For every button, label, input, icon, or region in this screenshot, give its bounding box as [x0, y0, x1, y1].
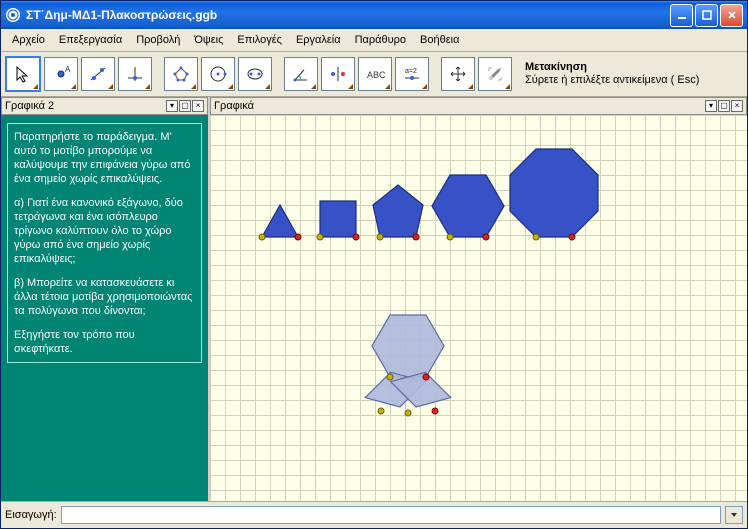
square-shape[interactable] — [317, 201, 359, 240]
maximize-button[interactable] — [695, 4, 718, 27]
close-button[interactable] — [720, 4, 743, 27]
tool-move[interactable] — [5, 56, 41, 92]
menu-file[interactable]: Αρχείο — [5, 32, 52, 48]
menu-options[interactable]: Επιλογές — [230, 32, 289, 48]
toolbar: A ABC a=2 Μετακίνηση Σύρετε ή επιλέξτε α… — [1, 52, 747, 97]
input-bar: Εισαγωγή: — [1, 501, 747, 528]
menubar: Αρχείο Επεξεργασία Προβολή Όψεις Επιλογέ… — [1, 29, 747, 52]
svg-text:ABC: ABC — [367, 70, 385, 80]
input-history-dropdown[interactable] — [725, 506, 743, 524]
graphics2-titlebar[interactable]: Γραφικά 2 ▾ ▢ × — [1, 97, 208, 115]
body: Γραφικά 2 ▾ ▢ × Παρατηρήστε το παράδειγμ… — [1, 97, 747, 501]
panel-undock-icon[interactable]: ▢ — [718, 100, 730, 112]
tool-ellipse[interactable] — [238, 57, 272, 91]
svg-text:A: A — [65, 65, 71, 74]
problem-p4: Εξηγήστε τον τρόπο που σκεφτήκατε. — [14, 328, 195, 356]
tool-line[interactable] — [81, 57, 115, 91]
graphics-titlebar[interactable]: Γραφικά ▾ ▢ × — [210, 97, 747, 115]
menu-view[interactable]: Προβολή — [129, 32, 187, 48]
problem-p3: β) Μπορείτε να κατασκευάσετε κι άλλα τέτ… — [14, 276, 195, 318]
menu-window[interactable]: Παράθυρο — [348, 32, 413, 48]
tool-point[interactable]: A — [44, 57, 78, 91]
svg-text:a=2: a=2 — [405, 68, 417, 75]
app-icon — [5, 7, 21, 23]
menu-opsis[interactable]: Όψεις — [187, 32, 230, 48]
graphics-view[interactable] — [210, 115, 747, 501]
input-label: Εισαγωγή: — [5, 509, 57, 521]
construction[interactable] — [210, 115, 747, 501]
graphics2-panel: Γραφικά 2 ▾ ▢ × Παρατηρήστε το παράδειγμ… — [1, 97, 208, 501]
tool-polygon[interactable] — [164, 57, 198, 91]
tool-reflect[interactable] — [321, 57, 355, 91]
app-window: ΣΤ΄Δημ-ΜΔ1-Πλακοστρώσεις.ggb Αρχείο Επεξ… — [0, 0, 748, 529]
menu-edit[interactable]: Επεξεργασία — [52, 32, 129, 48]
tool-help-title: Μετακίνηση — [525, 61, 743, 74]
menu-help[interactable]: Βοήθεια — [413, 32, 466, 48]
window-title: ΣΤ΄Δημ-ΜΔ1-Πλακοστρώσεις.ggb — [26, 8, 217, 22]
graphics-panel: Γραφικά ▾ ▢ × — [208, 97, 747, 501]
tool-movegraphics[interactable] — [441, 57, 475, 91]
panel-menu-icon[interactable]: ▾ — [705, 100, 717, 112]
tool-help: Μετακίνηση Σύρετε ή επιλέξτε αντικείμενα… — [525, 61, 743, 87]
octagon-shape[interactable] — [510, 149, 598, 240]
input-field[interactable] — [61, 506, 721, 524]
triangle-shape[interactable] — [259, 205, 301, 240]
titlebar[interactable]: ΣΤ΄Δημ-ΜΔ1-Πλακοστρώσεις.ggb — [1, 1, 747, 29]
hexagon-shape[interactable] — [432, 175, 504, 240]
pentagon-shape[interactable] — [373, 185, 423, 240]
graphics2-title: Γραφικά 2 — [5, 100, 54, 112]
panel-undock-icon[interactable]: ▢ — [179, 100, 191, 112]
tiling-hexagon[interactable] — [372, 315, 444, 377]
graphics-title: Γραφικά — [214, 100, 254, 112]
minimize-button[interactable] — [670, 4, 693, 27]
menu-tools[interactable]: Εργαλεία — [289, 32, 348, 48]
tool-help-sub: Σύρετε ή επιλέξτε αντικείμενα ( Esc) — [525, 74, 743, 87]
problem-p1: Παρατηρήστε το παράδειγμα. Μ' αυτό το μο… — [14, 130, 195, 186]
tool-text[interactable]: ABC — [358, 57, 392, 91]
panel-menu-icon[interactable]: ▾ — [166, 100, 178, 112]
tool-circle[interactable] — [201, 57, 235, 91]
graphics2-view[interactable]: Παρατηρήστε το παράδειγμα. Μ' αυτό το μο… — [1, 115, 208, 501]
panel-close-icon[interactable]: × — [192, 100, 204, 112]
tool-custom[interactable] — [478, 57, 512, 91]
panel-close-icon[interactable]: × — [731, 100, 743, 112]
tool-perpendicular[interactable] — [118, 57, 152, 91]
problem-text-box: Παρατηρήστε το παράδειγμα. Μ' αυτό το μο… — [7, 123, 202, 363]
tool-angle[interactable] — [284, 57, 318, 91]
tool-slider[interactable]: a=2 — [395, 57, 429, 91]
problem-p2: α) Γιατί ένα κανονικό εξάγωνο, δύο τετρά… — [14, 196, 195, 266]
